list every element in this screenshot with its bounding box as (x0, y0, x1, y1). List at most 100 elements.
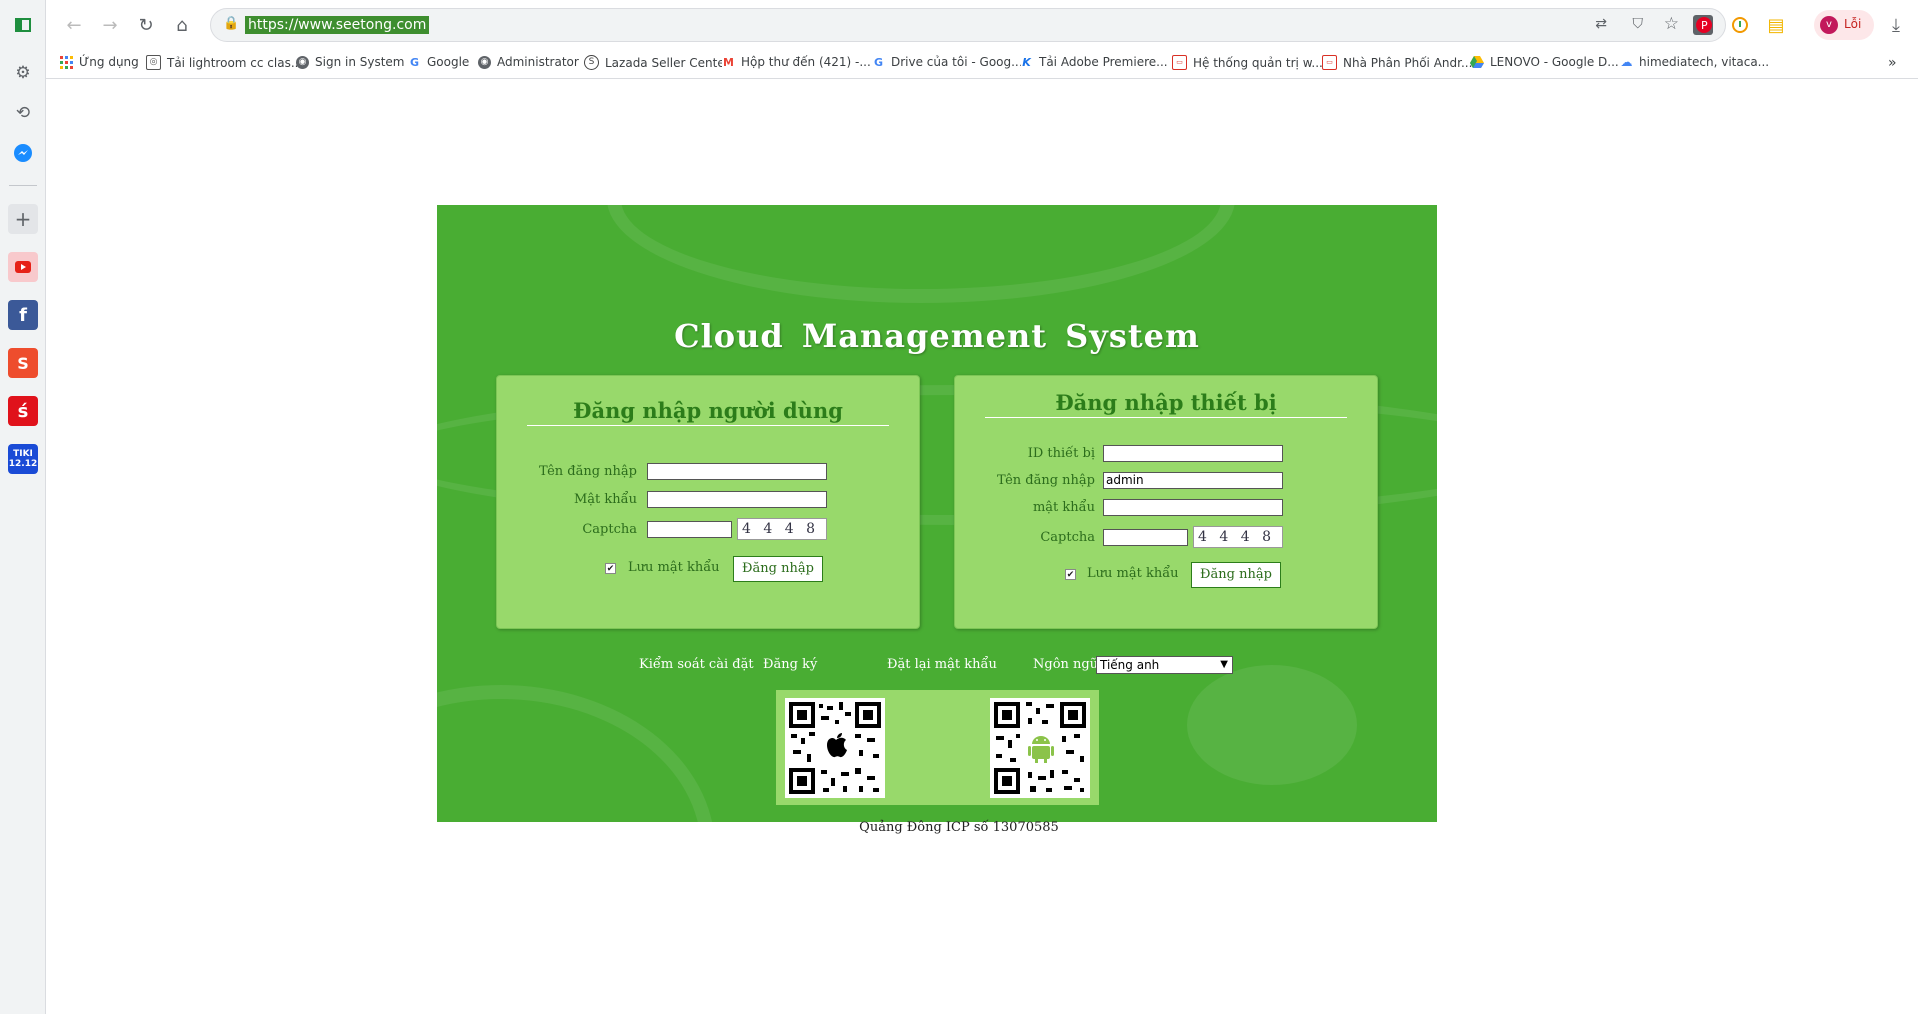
sidebar-divider (9, 185, 37, 186)
bookmark-item[interactable]: K Tải Adobe Premiere... (1020, 55, 1168, 69)
downloads-icon[interactable]: ⤓ (1882, 11, 1910, 39)
bookmark-item[interactable]: G Google (408, 55, 469, 69)
captcha-image[interactable]: 4 4 4 8 1 (1193, 526, 1283, 548)
captcha-image[interactable]: 4 4 4 8 1 (737, 518, 827, 540)
profile-button[interactable]: v Lỗi (1814, 10, 1874, 40)
pinterest-icon[interactable]: P (1690, 11, 1718, 39)
translate-icon[interactable]: ⇄ (1595, 16, 1607, 32)
bookmark-label: Administrator (497, 55, 579, 69)
device-password-field[interactable] (1103, 499, 1283, 516)
android-qr-code[interactable] (990, 698, 1090, 798)
remember-checkbox[interactable]: ✔ (1065, 569, 1076, 580)
captcha-label: Captcha (1040, 530, 1095, 545)
home-icon[interactable]: ⌂ (168, 11, 196, 39)
install-control-link[interactable]: Kiểm soát cài đặt (639, 657, 754, 672)
back-icon[interactable]: ← (60, 11, 88, 39)
sendo-icon[interactable]: ś (8, 396, 38, 426)
google-icon: G (408, 55, 421, 69)
register-link[interactable]: Đăng ký (763, 657, 817, 672)
language-value: Tiếng anh (1100, 658, 1160, 672)
add-app-icon[interactable]: + (8, 204, 38, 234)
user-login-card: Đăng nhập người dùng Tên đăng nhập Mật k… (496, 375, 920, 629)
bookmark-item[interactable]: M Hộp thư đến (421) -... (722, 55, 871, 69)
language-select[interactable]: Tiếng anh ▼ (1096, 656, 1233, 674)
bookmarks-bar: Ứng dụng ◎ Tải lightroom cc clas... ◉ Si… (46, 50, 1918, 79)
bookmark-item[interactable]: ▭ Hệ thống quản trị w... (1172, 55, 1323, 70)
bookmark-label: Sign in System (315, 55, 405, 69)
bookmark-item[interactable]: S Lazada Seller Center (584, 55, 730, 70)
bookmark-item[interactable]: ◎ Tải lightroom cc clas... (146, 55, 302, 70)
background-swirl (607, 205, 1235, 303)
bookmark-label: LENOVO - Google D... (1490, 55, 1619, 69)
captcha-label: Captcha (582, 522, 637, 537)
more-bookmarks-chevron-icon[interactable]: » (1888, 55, 1897, 71)
drive-icon (1470, 56, 1484, 68)
qr-code-box (776, 690, 1099, 805)
username-field[interactable] (647, 463, 827, 480)
background-swirl (437, 685, 715, 822)
lock-icon: 🔒 (223, 16, 240, 31)
bookmark-label: Ứng dụng (79, 55, 139, 69)
bookmark-item[interactable]: ▭ Nhà Phân Phối Andr... (1322, 55, 1472, 70)
device-login-card: Đăng nhập thiết bị ID thiết bị Tên đăng … (954, 375, 1378, 629)
tv-icon: ▭ (1172, 55, 1187, 70)
bookmark-item[interactable]: ◉ Sign in System (296, 55, 405, 69)
tiki-icon[interactable]: TIKI 12.12 (8, 444, 38, 474)
facebook-icon[interactable]: f (8, 300, 38, 330)
bookmark-star-icon[interactable]: ☆ (1664, 14, 1679, 34)
captcha-text: 4 4 4 8 (1198, 529, 1275, 545)
language-label: Ngôn ngữ (1033, 657, 1099, 672)
youtube-icon[interactable] (8, 252, 38, 282)
reload-icon[interactable]: ↻ (132, 11, 160, 39)
gmail-icon: M (722, 55, 735, 69)
bookmark-label: Tải lightroom cc clas... (167, 55, 303, 70)
globe-icon: ◉ (296, 55, 309, 69)
k-icon: K (1020, 55, 1033, 69)
password-field[interactable] (647, 491, 827, 508)
settings-gear-icon[interactable]: ⚙ (8, 58, 38, 88)
username-label: Tên đăng nhập (997, 473, 1095, 488)
page-title: Cloud Management System (674, 317, 1200, 355)
messenger-icon[interactable] (8, 138, 38, 168)
bookmark-label: Nhà Phân Phối Andr... (1343, 55, 1473, 70)
device-captcha-field[interactable] (1103, 529, 1188, 546)
bookmark-label: Hệ thống quản trị w... (1193, 55, 1323, 70)
bookmark-label: Hộp thư đến (421) -... (741, 55, 871, 69)
bookmark-item[interactable]: ◉ Administrator (478, 55, 579, 69)
bookmark-item[interactable]: Ứng dụng (60, 55, 139, 69)
device-login-button[interactable]: Đăng nhập (1191, 562, 1281, 588)
dropdown-arrow-icon: ▼ (1220, 659, 1228, 670)
bookmark-item[interactable]: ☁ himediatech, vitaca... (1620, 54, 1770, 69)
captcha-text: 4 4 4 8 (742, 521, 819, 537)
bookmark-label: Google (427, 55, 470, 69)
device-login-heading: Đăng nhập thiết bị (985, 390, 1347, 418)
browser-toolbar: ← → ↻ ⌂ 🔒 https://www.seetong.com ⇄ ⛉ ☆ … (46, 0, 1918, 50)
lazada-icon: S (584, 55, 599, 70)
user-login-button[interactable]: Đăng nhập (733, 556, 823, 582)
shopee-icon[interactable]: S (8, 348, 38, 378)
remember-checkbox[interactable]: ✔ (605, 563, 616, 574)
forward-icon[interactable]: → (96, 11, 124, 39)
bookmark-item[interactable]: LENOVO - Google D... (1470, 55, 1619, 69)
extension-orange-icon[interactable] (1726, 11, 1754, 39)
bookmark-item[interactable]: G Drive của tôi - Goog... (872, 55, 1023, 69)
ios-qr-code[interactable] (785, 698, 885, 798)
captcha-field[interactable] (647, 521, 732, 538)
cloud-icon: ☁ (1620, 54, 1633, 69)
clipboard-icon[interactable]: ▤ (1762, 11, 1790, 39)
history-icon[interactable]: ⟲ (8, 98, 38, 128)
bookmark-label: Lazada Seller Center (605, 55, 730, 70)
browser-sidebar: ⚙ ⟲ + f S ś TIKI 12.12 (0, 0, 46, 1014)
address-bar[interactable]: 🔒 https://www.seetong.com ⇄ ⛉ ☆ ↓ (210, 8, 1726, 42)
device-id-label: ID thiết bị (1027, 446, 1095, 461)
device-id-field[interactable] (1103, 445, 1283, 462)
background-blob (1187, 665, 1357, 785)
reset-password-link[interactable]: Đặt lại mật khẩu (887, 657, 997, 672)
cms-login-panel: Cloud Management System Đăng nhập người … (437, 205, 1437, 822)
url-text[interactable]: https://www.seetong.com (245, 16, 430, 34)
device-username-field[interactable]: admin (1103, 472, 1283, 489)
sidebar-toggle-icon[interactable] (8, 10, 38, 40)
remember-label: Lưu mật khẩu (1087, 566, 1179, 581)
remember-label: Lưu mật khẩu (628, 560, 720, 575)
shield-icon[interactable]: ⛉ (1633, 16, 1644, 32)
